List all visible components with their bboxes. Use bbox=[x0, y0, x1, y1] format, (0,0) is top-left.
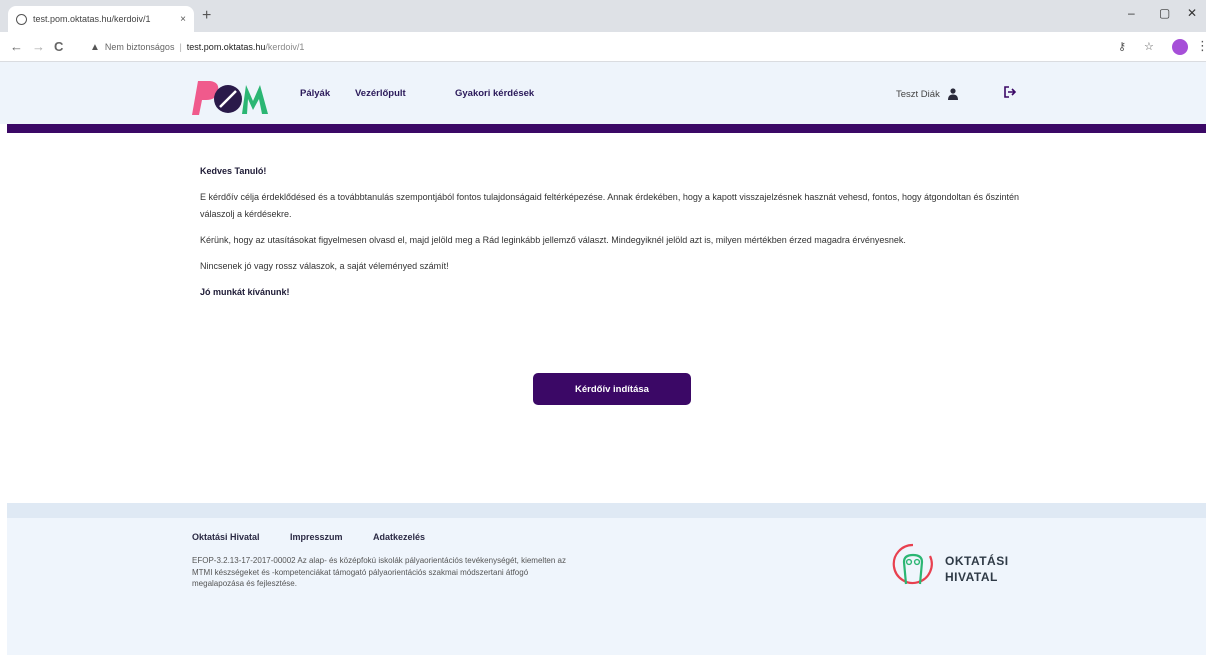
browser-tab[interactable]: test.pom.oktatas.hu/kerdoiv/1 × bbox=[8, 6, 194, 32]
reload-button[interactable]: C bbox=[54, 39, 63, 54]
instructions-paragraph: Kérünk, hogy az utasításokat figyelmesen… bbox=[200, 235, 906, 246]
url-separator: | bbox=[179, 42, 182, 52]
oktatasi-hivatal-logo bbox=[892, 543, 933, 585]
logout-icon[interactable] bbox=[1002, 84, 1018, 100]
footer-link-adatkezeles[interactable]: Adatkezelés bbox=[373, 532, 425, 542]
site-footer: Oktatási Hivatal Impresszum Adatkezelés … bbox=[7, 518, 1206, 655]
org-line-2: HIVATAL bbox=[945, 569, 998, 584]
url-path: /kerdoiv/1 bbox=[265, 42, 305, 52]
globe-icon bbox=[16, 13, 27, 25]
warning-icon: ▲ bbox=[90, 41, 100, 53]
url-field[interactable]: ▲ Nem biztonságos | test.pom.oktatas.hu … bbox=[90, 37, 1090, 57]
header-divider bbox=[7, 124, 1206, 133]
minimize-button[interactable]: – bbox=[1128, 6, 1135, 20]
profile-avatar[interactable] bbox=[1172, 39, 1188, 55]
star-icon[interactable]: ☆ bbox=[1144, 40, 1154, 53]
greeting: Kedves Tanuló! bbox=[200, 166, 267, 176]
not-secure-label: Nem biztonságos bbox=[104, 42, 175, 52]
back-button[interactable]: ← bbox=[10, 39, 23, 54]
nav-palyak[interactable]: Pályák bbox=[300, 88, 330, 99]
site-header: Pályák Vezérlőpult Gyakori kérdések Tesz… bbox=[0, 62, 1206, 124]
footer-link-impresszum[interactable]: Impresszum bbox=[290, 532, 343, 542]
project-description: EFOP-3.2.13-17-2017-00002 Az alap- és kö… bbox=[192, 556, 566, 589]
user-menu[interactable]: Teszt Diák bbox=[896, 88, 958, 100]
oktatasi-hivatal-wordmark: OKTATÁSI HIVATAL bbox=[945, 554, 1009, 585]
closing-text: Jó munkát kívánunk! bbox=[200, 287, 290, 298]
close-window-button[interactable]: ✕ bbox=[1187, 6, 1197, 20]
note-paragraph: Nincsenek jó vagy rossz válaszok, a sajá… bbox=[200, 261, 449, 272]
intro-content: Kedves Tanuló! E kérdőív célja érdeklődé… bbox=[200, 163, 1030, 311]
footer-top-strip bbox=[7, 503, 1206, 518]
browser-tab-bar: test.pom.oktatas.hu/kerdoiv/1 × + – ▢ ✕ bbox=[0, 0, 1206, 32]
browser-address-bar: ← → C ▲ Nem biztonságos | test.pom.oktat… bbox=[0, 32, 1206, 62]
url-host: test.pom.oktatas.hu bbox=[186, 42, 266, 52]
user-icon bbox=[947, 88, 958, 100]
start-questionnaire-button[interactable]: Kérdőív indítása bbox=[533, 373, 691, 405]
footer-link-oktatasi-hivatal[interactable]: Oktatási Hivatal bbox=[192, 532, 260, 542]
tab-title: test.pom.oktatas.hu/kerdoiv/1 bbox=[33, 14, 151, 24]
pom-logo[interactable] bbox=[190, 77, 270, 117]
new-tab-button[interactable]: + bbox=[202, 7, 211, 25]
nav-vezerlopult[interactable]: Vezérlőpult bbox=[355, 88, 406, 99]
key-icon[interactable]: ⚷ bbox=[1118, 40, 1126, 53]
maximize-button[interactable]: ▢ bbox=[1159, 6, 1170, 20]
intro-paragraph: E kérdőív célja érdeklődésed és a tovább… bbox=[200, 192, 1020, 220]
nav-gyakori-kerdesek[interactable]: Gyakori kérdések bbox=[455, 88, 534, 99]
tab-close-icon[interactable]: × bbox=[180, 14, 186, 25]
org-line-1: OKTATÁSI bbox=[945, 554, 1009, 568]
user-name: Teszt Diák bbox=[896, 88, 940, 100]
forward-button[interactable]: → bbox=[32, 39, 45, 54]
menu-icon[interactable]: ⋮ bbox=[1196, 38, 1206, 54]
